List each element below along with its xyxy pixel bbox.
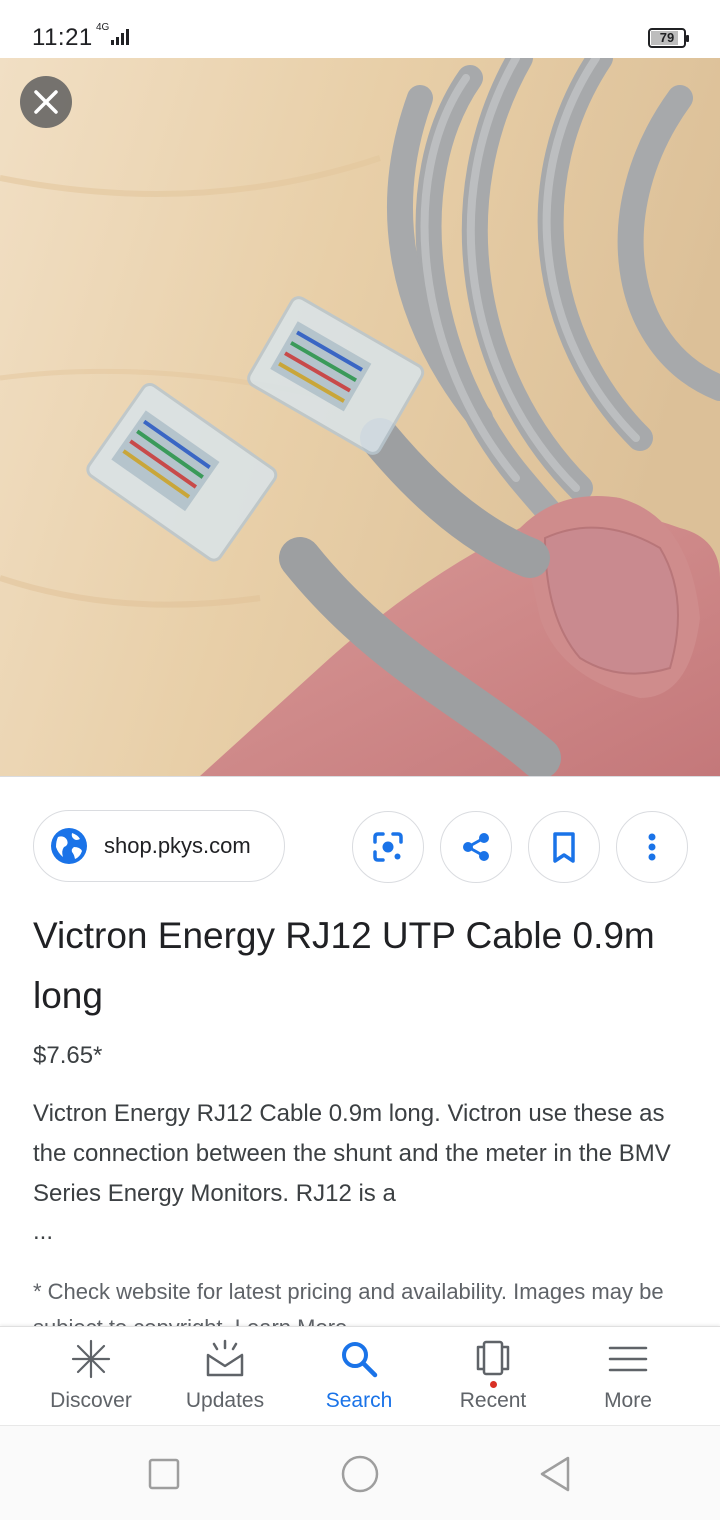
nav-discover[interactable]: Discover bbox=[24, 1327, 158, 1426]
source-link[interactable]: shop.pkys.com bbox=[33, 810, 285, 882]
close-button[interactable] bbox=[20, 76, 72, 128]
source-domain: shop.pkys.com bbox=[104, 833, 251, 858]
nav-label-recent: Recent bbox=[459, 1389, 527, 1412]
share-button[interactable] bbox=[440, 811, 512, 883]
more-vert-icon bbox=[648, 833, 656, 861]
nav-label-search: Search bbox=[325, 1389, 393, 1412]
globe-icon bbox=[51, 828, 87, 864]
nav-label-more: More bbox=[604, 1389, 652, 1412]
recent-icon bbox=[476, 1340, 510, 1376]
close-icon bbox=[34, 90, 58, 114]
status-time: 11:21 bbox=[32, 24, 93, 51]
nav-label-discover: Discover bbox=[50, 1389, 132, 1412]
home-circle-icon[interactable] bbox=[340, 1454, 380, 1494]
lens-icon bbox=[373, 832, 403, 862]
more-options-button[interactable] bbox=[616, 811, 688, 883]
product-image[interactable] bbox=[0, 58, 720, 776]
bottom-navigation: Discover Updates Search Recent More bbox=[0, 1326, 720, 1425]
disclaimer-text: * Check website for latest pricing and a… bbox=[33, 1279, 664, 1326]
nav-label-updates: Updates bbox=[185, 1389, 265, 1412]
menu-icon bbox=[608, 1346, 648, 1372]
battery-level: 79 bbox=[659, 30, 675, 45]
nav-updates[interactable]: Updates bbox=[158, 1327, 292, 1426]
product-title[interactable]: Victron Energy RJ12 UTP Cable 0.9m long bbox=[33, 906, 698, 1026]
product-price: $7.65* bbox=[33, 1042, 103, 1069]
lens-button[interactable] bbox=[352, 811, 424, 883]
nav-search[interactable]: Search bbox=[292, 1327, 426, 1426]
divider bbox=[0, 776, 720, 777]
nav-recent[interactable]: Recent bbox=[426, 1327, 560, 1426]
updates-icon bbox=[206, 1339, 244, 1377]
discover-icon bbox=[71, 1339, 111, 1379]
search-icon bbox=[342, 1342, 378, 1378]
product-description: Victron Energy RJ12 Cable 0.9m long. Vic… bbox=[33, 1100, 671, 1207]
status-bar: 11:21 4G 79 bbox=[0, 0, 720, 58]
system-navigation-bar bbox=[0, 1425, 720, 1520]
signal-icon bbox=[111, 29, 129, 45]
bookmark-button[interactable] bbox=[528, 811, 600, 883]
network-type: 4G bbox=[96, 22, 110, 33]
description-ellipsis: ... bbox=[33, 1218, 54, 1245]
battery-indicator: 79 bbox=[648, 28, 689, 48]
cable-photo bbox=[0, 58, 720, 776]
share-icon bbox=[463, 833, 489, 861]
recents-square-icon[interactable] bbox=[144, 1454, 184, 1494]
notification-dot bbox=[490, 1381, 497, 1388]
bookmark-icon bbox=[553, 832, 575, 863]
nav-more[interactable]: More bbox=[561, 1327, 695, 1426]
back-triangle-icon[interactable] bbox=[536, 1454, 576, 1494]
